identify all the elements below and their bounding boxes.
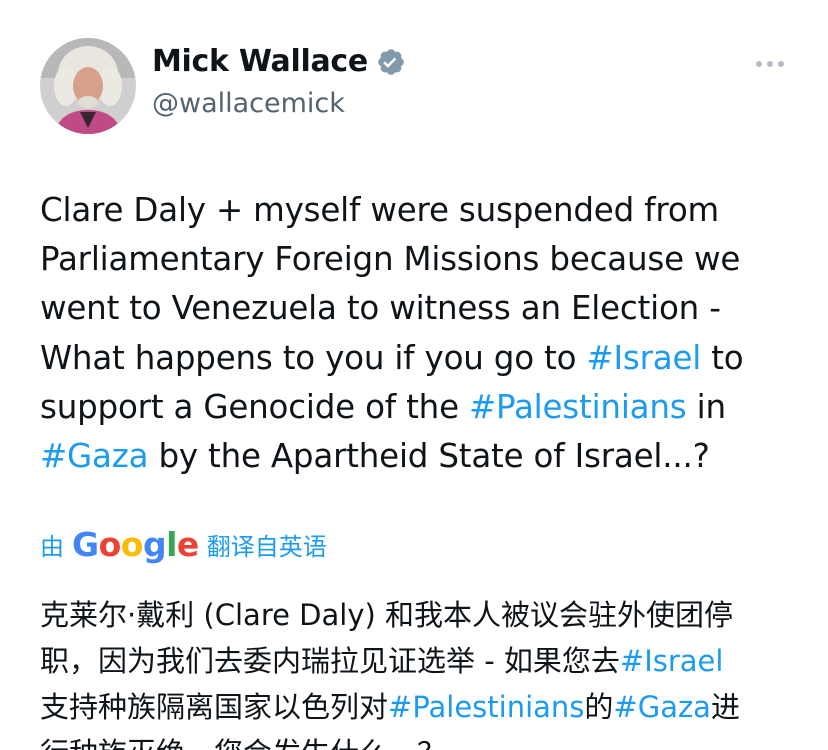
hashtag-gaza-link[interactable]: #Gaza bbox=[40, 437, 149, 475]
text-segment: to bbox=[701, 338, 744, 377]
tweet-text-line: Parliamentary Foreign Missions because w… bbox=[40, 240, 741, 279]
author-name[interactable]: Mick Wallace bbox=[152, 44, 406, 79]
text-segment: 的 bbox=[584, 690, 614, 724]
more-options-icon[interactable] bbox=[754, 56, 786, 70]
author-name-text[interactable]: Mick Wallace bbox=[152, 44, 368, 79]
translated-text-line: 支持种族隔离国家以色列对#Palestinians的#Gaza进 bbox=[40, 684, 800, 730]
translated-text-line: 行种族灭绝，您会发生什么…？ bbox=[40, 730, 800, 750]
tweet-text-line: went to Venezuela to witness an Election… bbox=[40, 289, 721, 328]
hashtag-israel-link[interactable]: #Israel bbox=[620, 644, 724, 678]
translated-text: 克莱尔·戴利 (Clare Daly) 和我本人被议会驻外使团停 职，因为我们去… bbox=[40, 592, 800, 750]
tweet-text-line: Clare Daly + myself were suspended from bbox=[40, 191, 719, 229]
translate-by-label: 由 bbox=[40, 533, 64, 561]
tweet: Mick Wallace @wallacemick Clare Daly + m… bbox=[0, 0, 828, 750]
author-handle[interactable]: @wallacemick bbox=[152, 88, 345, 119]
hashtag-palestinians-link[interactable]: #Palestinians bbox=[388, 690, 584, 724]
text-segment: 职，因为我们去委内瑞拉见证选举 - 如果您去 bbox=[40, 644, 620, 678]
avatar[interactable] bbox=[40, 38, 136, 134]
text-segment: by the Apartheid State of Israel...? bbox=[148, 437, 710, 476]
translate-source-label[interactable]: 翻译自英语 bbox=[207, 527, 327, 562]
text-segment: 支持种族隔离国家以色列对 bbox=[40, 690, 389, 724]
hashtag-palestinians-link[interactable]: #Palestinians bbox=[469, 388, 687, 426]
translated-text-line: 克莱尔·戴利 (Clare Daly) 和我本人被议会驻外使团停 bbox=[40, 598, 734, 632]
text-segment: support a Genocide of the bbox=[40, 387, 469, 426]
text-segment: in bbox=[686, 387, 726, 426]
tweet-text-line: #Gaza by the Apartheid State of Israel..… bbox=[40, 432, 800, 481]
google-logo: Google bbox=[72, 525, 199, 564]
verified-badge-icon[interactable] bbox=[376, 47, 406, 77]
hashtag-gaza-link[interactable]: #Gaza bbox=[613, 690, 711, 724]
text-segment: 进 bbox=[710, 690, 740, 724]
tweet-text-line: support a Genocide of the #Palestinians … bbox=[40, 383, 800, 432]
tweet-text: Clare Daly + myself were suspended from … bbox=[40, 186, 800, 481]
translated-text-line: 职，因为我们去委内瑞拉见证选举 - 如果您去#Israel bbox=[40, 638, 800, 684]
hashtag-israel-link[interactable]: #Israel bbox=[586, 339, 701, 377]
tweet-text-line: What happens to you if you go to #Israel… bbox=[40, 334, 800, 383]
text-segment: What happens to you if you go to bbox=[40, 338, 587, 377]
translated-by-google[interactable]: 由 Google 翻译自英语 bbox=[40, 527, 327, 562]
